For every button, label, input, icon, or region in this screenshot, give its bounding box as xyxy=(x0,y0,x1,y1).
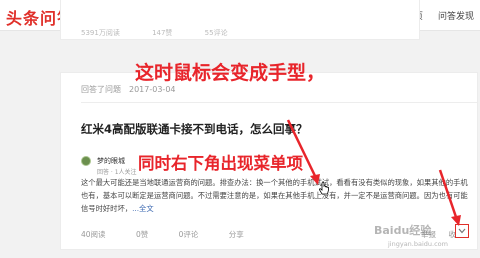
divider xyxy=(81,102,477,103)
avatar[interactable] xyxy=(81,156,91,166)
chevron-down-icon xyxy=(458,228,466,234)
dropdown-menu-button[interactable] xyxy=(455,224,469,238)
answer-date: 2017-03-04 xyxy=(129,85,176,94)
nav-discover[interactable]: 问答发现 xyxy=(438,9,474,22)
author-info: 梦的眼城 回答 · 1人关注 xyxy=(97,156,137,176)
previous-answer-card: 5391万阅读 147赞 55评论 xyxy=(60,0,420,40)
annotation-caption-middle: 同时右下角出现菜单项 xyxy=(138,154,303,173)
watermark-url: jingyan.baidu.com xyxy=(388,240,448,248)
author-subtitle: 回答 · 1人关注 xyxy=(97,169,137,176)
hand-cursor-icon xyxy=(319,182,329,195)
answer-action-label: 回答了问题 xyxy=(81,85,121,94)
question-title[interactable]: 红米4高配版联通卡接不到电话，怎么回事？ xyxy=(81,121,308,137)
answer-meta: 回答了问题 2017-03-04 xyxy=(81,84,176,95)
author-name[interactable]: 梦的眼城 xyxy=(97,156,137,166)
read-count: 40阅读 xyxy=(81,230,106,239)
watermark-logo: Baidu经验 xyxy=(374,224,432,237)
annotation-caption-top: 这时鼠标会变成手型， xyxy=(135,62,326,84)
prev-like-count[interactable]: 147赞 xyxy=(152,29,172,37)
read-full-link[interactable]: ...全文 xyxy=(132,204,154,213)
prev-read-count: 5391万阅读 xyxy=(81,29,120,37)
previous-card-stats: 5391万阅读 147赞 55评论 xyxy=(81,28,258,38)
comment-button[interactable]: 0评论 xyxy=(179,229,199,240)
answer-body: 这个最大可能还是当地联通运营商的问题。排查办法：换一个其他的手机试试，看看有没有… xyxy=(81,176,473,215)
like-button[interactable]: 0赞 xyxy=(136,229,148,240)
share-button[interactable]: 分享 xyxy=(229,229,244,240)
answer-stats: 40阅读 0赞 0评论 分享 xyxy=(81,229,272,240)
prev-comment-count[interactable]: 55评论 xyxy=(205,29,228,37)
